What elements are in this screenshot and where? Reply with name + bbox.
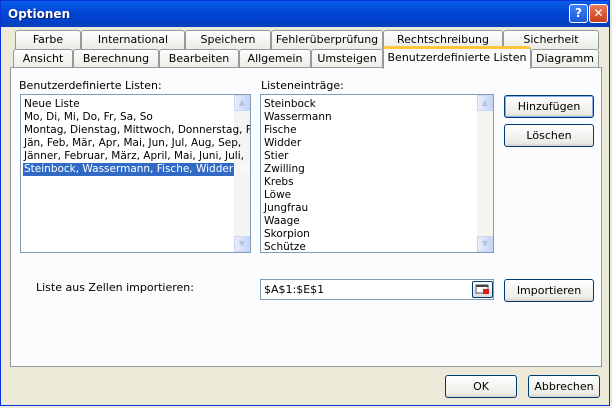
tab-farbe[interactable]: Farbe (15, 30, 81, 49)
entry-item: Zwilling (264, 163, 305, 175)
entry-item: Schütze (264, 241, 306, 253)
ok-button[interactable]: OK (445, 375, 517, 398)
entry-item: Stier (264, 150, 289, 162)
tab-panel-custom-lists: Benutzerdefinierte Listen: ▲ ▼ Neue List… (10, 67, 602, 367)
scroll-up-icon[interactable]: ▲ (234, 95, 250, 111)
entry-item: Widder (264, 137, 302, 149)
cancel-button[interactable]: Abbrechen (528, 375, 600, 398)
tab-speichern[interactable]: Speichern (185, 30, 271, 49)
delete-button[interactable]: Löschen (504, 124, 594, 147)
entry-item: Steinbock (264, 98, 316, 110)
close-button[interactable]: ✕ (589, 4, 608, 23)
tab-diagramm[interactable]: Diagramm (531, 49, 599, 68)
tab-berechnung[interactable]: Berechnung (73, 49, 159, 68)
tab-allgemein[interactable]: Allgemein (239, 49, 311, 68)
help-button[interactable]: ? (569, 4, 588, 23)
entry-item: Jungfrau (264, 202, 309, 214)
custom-list-item[interactable]: Jänner, Februar, März, April, Mai, Juni,… (24, 150, 244, 163)
custom-list-item[interactable]: Steinbock, Wassermann, Fische, Widder, S… (23, 163, 250, 176)
tab-fehlerüberprüfung[interactable]: Fehlerüberprüfung (271, 30, 383, 49)
range-select-button[interactable] (472, 281, 493, 298)
import-range-field[interactable]: $A$1:$E$1 (260, 279, 494, 300)
tab-ansicht[interactable]: Ansicht (13, 49, 73, 68)
entry-item: Skorpion (264, 228, 310, 240)
entries-listbox[interactable]: ▲ ▼ Steinbock Wassermann Fische Widder Stier… (260, 94, 494, 253)
tab-umsteigen[interactable]: Umsteigen (311, 49, 383, 68)
collapse-dialog-icon (475, 284, 489, 294)
entry-item: Löwe (264, 189, 292, 201)
scroll-down-icon[interactable]: ▼ (234, 236, 250, 252)
entry-item: Waage (264, 215, 300, 227)
scroll-down-icon[interactable]: ▼ (477, 236, 493, 252)
custom-list-item[interactable]: Neue Liste (24, 98, 234, 111)
custom-lists-listbox[interactable]: ▲ ▼ Neue Liste Mo, Di, Mi, Do, Fr, Sa, So… (20, 94, 251, 253)
tab-international[interactable]: International (81, 30, 185, 49)
window-title: Optionen (8, 7, 71, 21)
entries-scrollbar[interactable]: ▲ ▼ (477, 95, 493, 252)
custom-list-item[interactable]: Jän, Feb, Mär, Apr, Mai, Jun, Jul, Aug, … (24, 137, 241, 150)
entry-item: Fische (264, 124, 297, 136)
custom-list-item[interactable]: Montag, Dienstag, Mittwoch, Donnerstag, … (24, 124, 250, 137)
title-bar: Optionen ? ✕ (1, 1, 609, 27)
tab-bearbeiten[interactable]: Bearbeiten (159, 49, 239, 68)
add-button[interactable]: Hinzufügen (504, 95, 594, 118)
custom-list-item[interactable]: Mo, Di, Mi, Do, Fr, Sa, So (24, 111, 234, 124)
custom-lists-label: Benutzerdefinierte Listen: (19, 79, 162, 92)
options-dialog: Optionen ? ✕ Farbe International Speichern… (0, 0, 610, 406)
import-label: Liste aus Zellen importieren: (36, 281, 194, 294)
scroll-up-icon[interactable]: ▲ (477, 95, 493, 111)
entry-item: Wassermann (264, 111, 332, 123)
entry-item: Krebs (264, 176, 294, 188)
entries-label: Listeneinträge: (261, 79, 344, 92)
import-button[interactable]: Importieren (504, 279, 594, 302)
tab-benutzerdefinierte-listen[interactable]: Benutzerdefinierte Listen (383, 46, 531, 69)
